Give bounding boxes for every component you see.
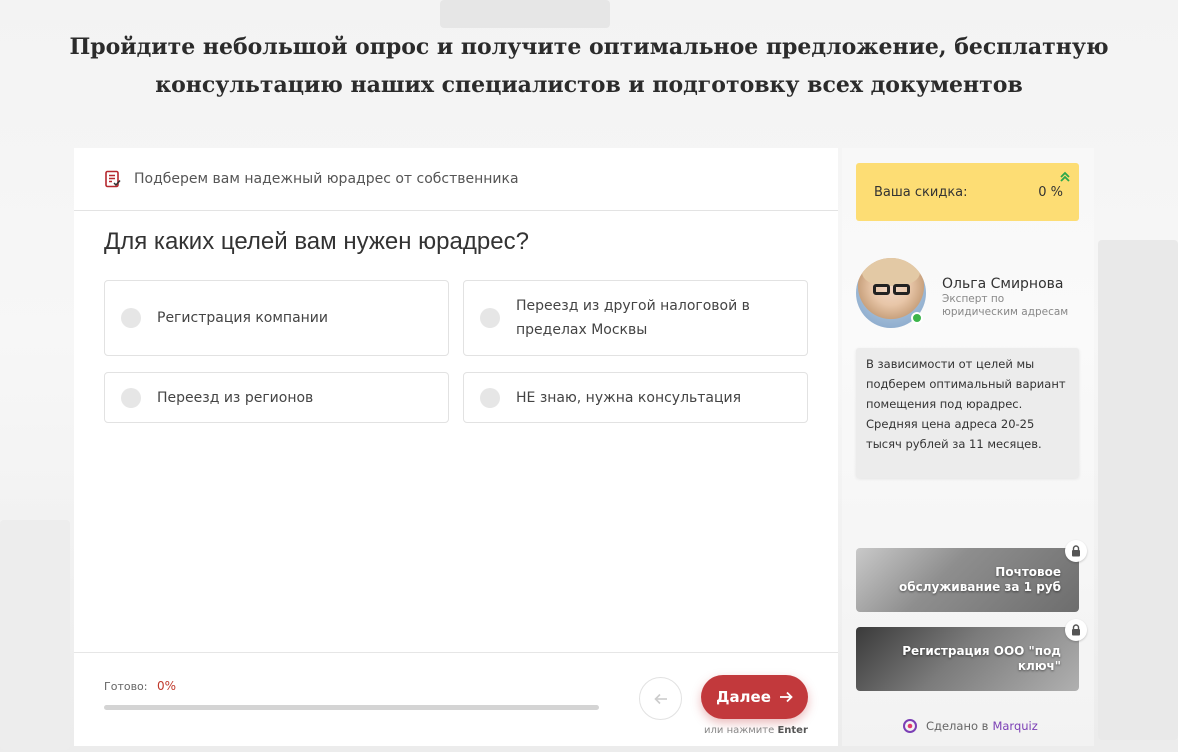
expert-card: Ольга Смирнова Эксперт по юридическим ад… [856, 258, 1094, 328]
document-check-icon [105, 170, 121, 188]
quiz-footer: Готово: 0% Далее или нажмите Enter [74, 652, 838, 746]
sidebar: Ваша скидка: 0 % Ольга Смирнова Эксперт … [842, 148, 1094, 746]
next-button[interactable]: Далее [701, 675, 808, 719]
radio-button[interactable] [480, 387, 500, 408]
page-headline: Пройдите небольшой опрос и получите опти… [20, 28, 1158, 104]
discount-value: 0 % [1038, 184, 1063, 200]
option-label: Переезд из регионов [157, 389, 314, 406]
made-by-link[interactable]: Сделано в Marquiz [902, 718, 1038, 734]
radio-button[interactable] [121, 308, 141, 328]
option-label: Переезд из другой налоговой в пределах М… [516, 298, 750, 338]
option-move-within-moscow[interactable]: Переезд из другой налоговой в пределах М… [463, 280, 808, 356]
double-chevron-up-icon [1060, 171, 1070, 182]
bonus-label: Почтовое обслуживание за 1 руб [899, 565, 1061, 594]
quiz-subtitle: Подберем вам надежный юрадрес от собстве… [134, 171, 519, 187]
lock-icon [1065, 619, 1087, 641]
radio-button[interactable] [480, 308, 500, 328]
option-label: Регистрация компании [157, 310, 328, 326]
marquiz-logo-icon [903, 719, 917, 733]
lock-icon [1065, 540, 1087, 562]
bonus-postal-service[interactable]: Почтовое обслуживание за 1 руб [856, 540, 1087, 612]
quiz-header: Подберем вам надежный юрадрес от собстве… [74, 148, 838, 211]
quiz-card: Подберем вам надежный юрадрес от собстве… [74, 148, 838, 746]
background-decoration [1098, 240, 1178, 740]
discount-panel: Ваша скидка: 0 % [856, 163, 1079, 221]
progress-text: Готово: 0% [104, 679, 176, 693]
option-move-from-regions[interactable]: Переезд из регионов [104, 372, 449, 423]
expert-message: В зависимости от целей мы подберем оптим… [856, 348, 1079, 478]
option-company-registration[interactable]: Регистрация компании [104, 280, 449, 356]
headline-line-1: Пройдите небольшой опрос и получите опти… [69, 34, 1109, 60]
expert-role: Эксперт по юридическим адресам [942, 293, 1069, 318]
progress-value: 0% [157, 679, 177, 693]
background-decoration [0, 520, 70, 750]
enter-hint: или нажмите Enter [704, 725, 808, 736]
expert-name: Ольга Смирнова [942, 276, 1064, 292]
discount-label: Ваша скидка: [874, 184, 968, 200]
bonus-label: Регистрация ООО "под ключ" [902, 644, 1061, 673]
bonus-llc-registration[interactable]: Регистрация ООО "под ключ" [856, 619, 1087, 691]
background-decoration [440, 0, 610, 28]
radio-button[interactable] [121, 387, 141, 408]
question-title: Для каких целей вам нужен юрадрес? [104, 228, 529, 255]
online-status-icon [911, 312, 923, 324]
progress-bar [104, 705, 599, 710]
back-button[interactable] [639, 677, 682, 720]
next-button-label: Далее [716, 688, 771, 706]
headline-line-2: консультацию наших специалистов и подгот… [155, 72, 1023, 98]
option-label: НЕ знаю, нужна консультация [516, 389, 742, 406]
option-need-consultation[interactable]: НЕ знаю, нужна консультация [463, 372, 808, 423]
progress-label: Готово: [104, 680, 148, 693]
arrow-left-icon [653, 693, 667, 704]
arrow-right-icon [779, 691, 793, 703]
